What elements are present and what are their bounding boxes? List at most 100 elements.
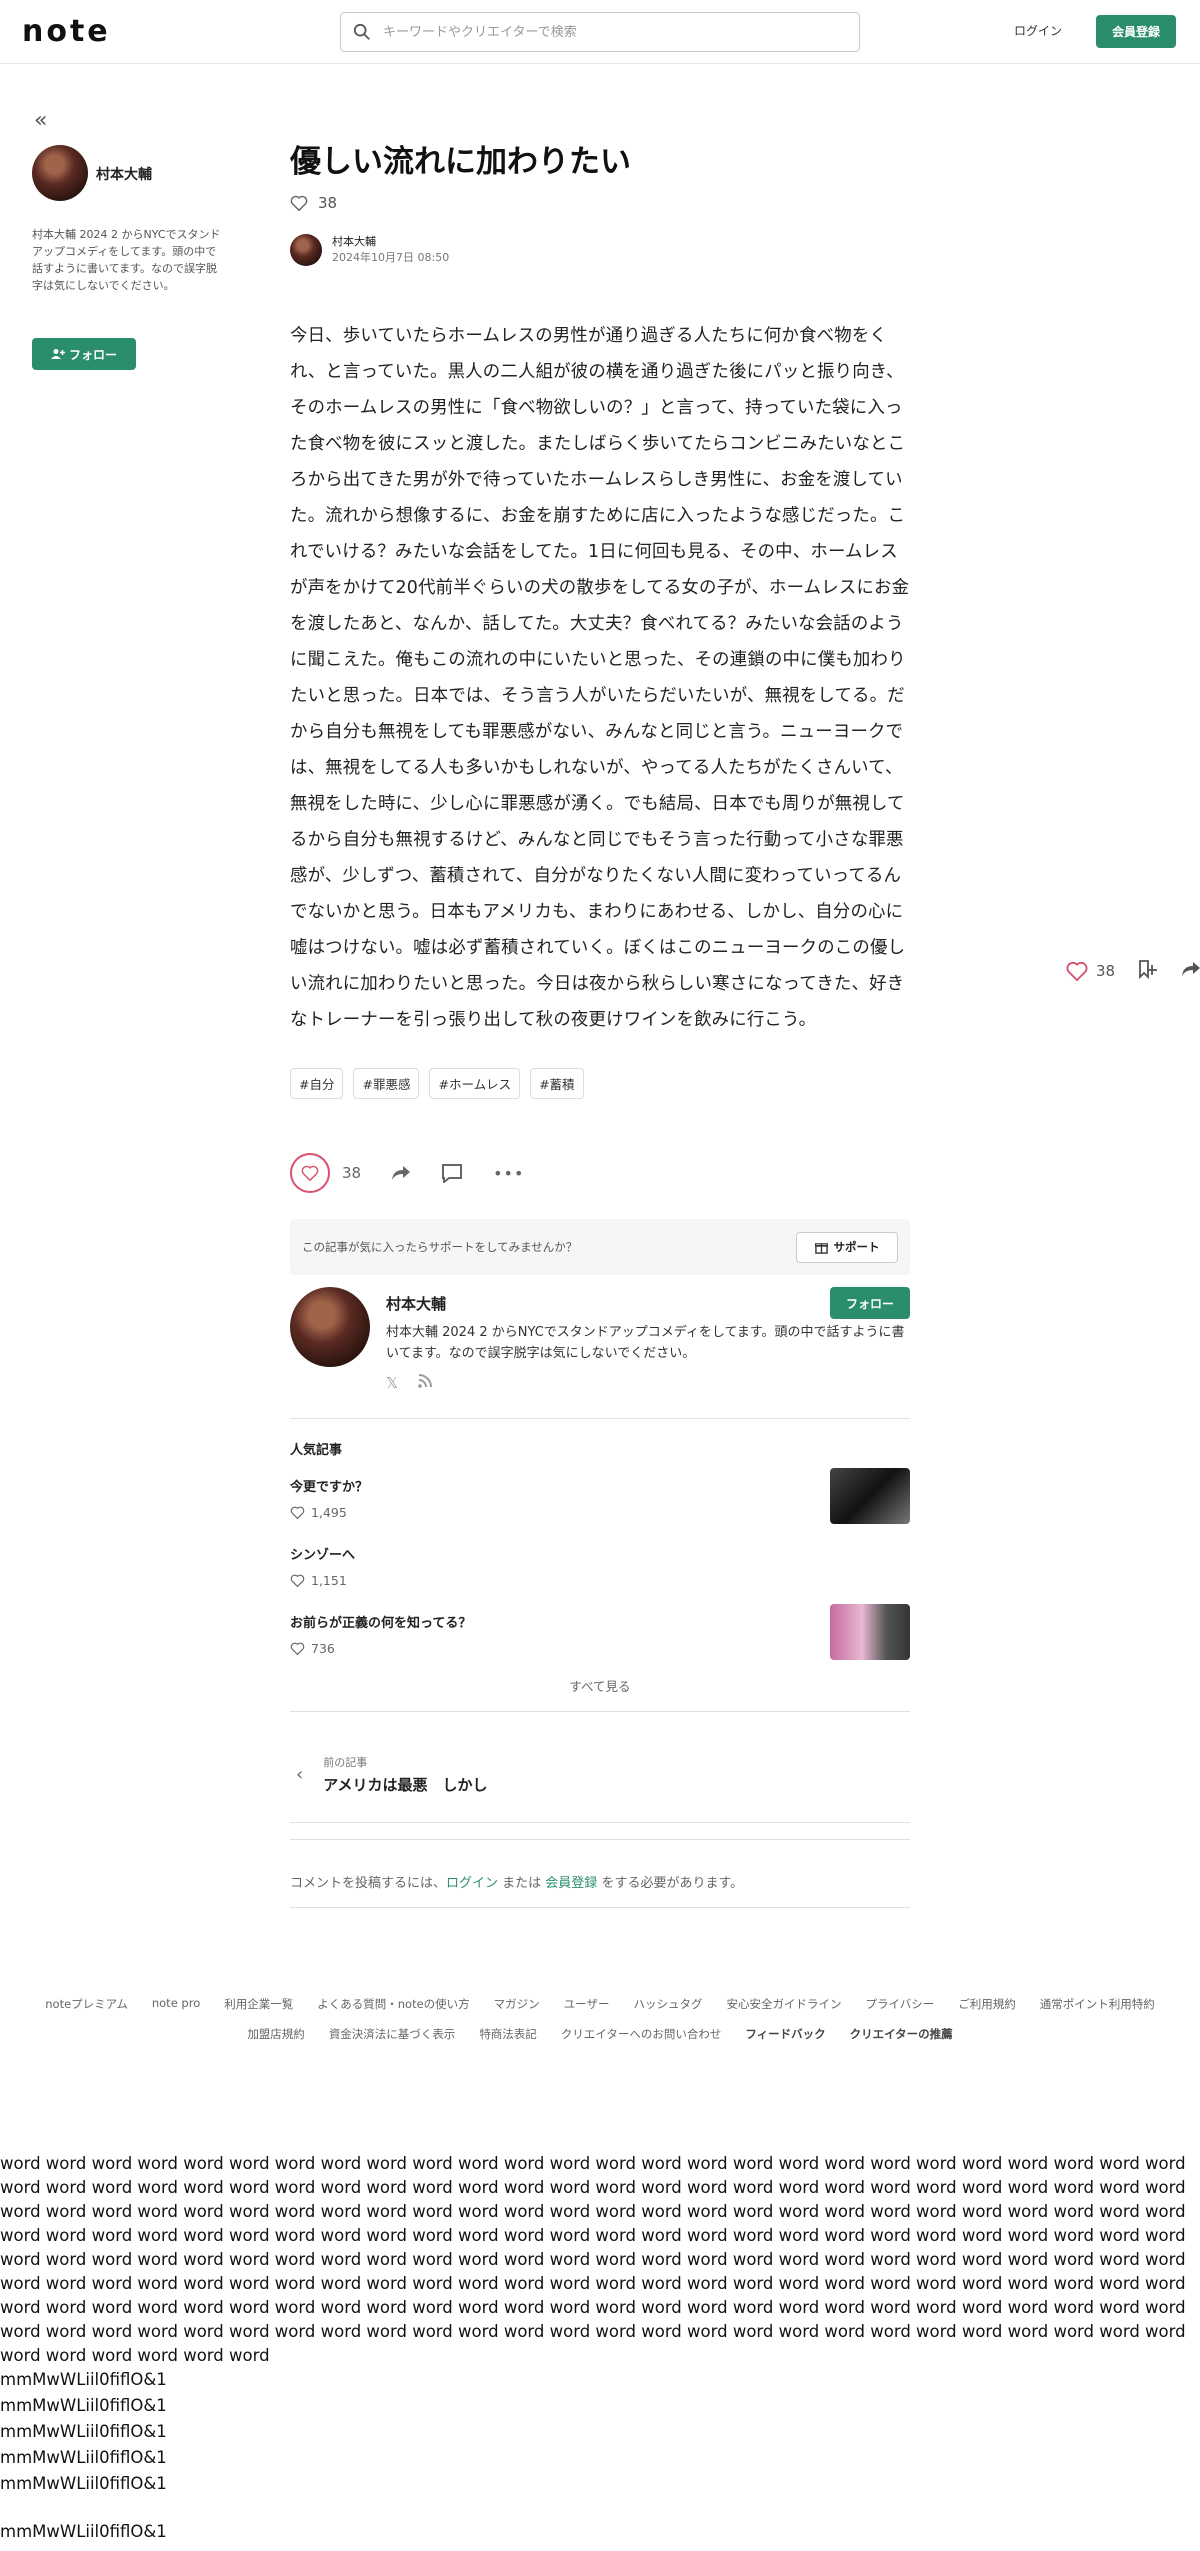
see-all-link[interactable]: すべて見る bbox=[290, 1676, 910, 1695]
sidebar-follow-button[interactable]: フォロー bbox=[32, 338, 136, 370]
float-like-count: 38 bbox=[1096, 962, 1116, 980]
popular-item[interactable]: 今更ですか？ 1,495 bbox=[290, 1458, 910, 1526]
author-avatar[interactable] bbox=[32, 145, 88, 201]
heart-icon[interactable] bbox=[290, 195, 308, 211]
comment-signup-link[interactable]: 会員登録 bbox=[545, 1876, 597, 1891]
login-link[interactable]: ログイン bbox=[1014, 22, 1062, 39]
like-count: 38 bbox=[342, 1164, 362, 1182]
action-bar: 38 ••• bbox=[290, 1153, 910, 1193]
divider bbox=[290, 1907, 910, 1908]
divider bbox=[290, 1822, 910, 1823]
profile-avatar[interactable] bbox=[290, 1287, 370, 1367]
popular-item-likes: 736 bbox=[311, 1641, 335, 1656]
footer-link[interactable]: ハッシュタグ bbox=[633, 1996, 702, 2012]
heart-icon bbox=[290, 1574, 305, 1587]
support-button[interactable]: サポート bbox=[796, 1231, 898, 1263]
sidebar-author-bio: 村本大輔 2024 2 からNYCでスタンドアップコメディをしてます。頭の中で話… bbox=[32, 228, 221, 292]
glyph-test-line: mmMwWLiil0fiflO&1 bbox=[0, 2370, 167, 2389]
chevron-left-icon: ‹ bbox=[296, 1763, 304, 1785]
footer-link[interactable]: 特商法表記 bbox=[479, 2026, 537, 2042]
search-input[interactable] bbox=[383, 24, 823, 40]
popular-item[interactable]: お前らが正義の何を知ってる？ 736 bbox=[290, 1594, 910, 1662]
note-logo[interactable]: note bbox=[22, 14, 111, 49]
footer-link[interactable]: 加盟店規約 bbox=[247, 2026, 305, 2042]
site-footer: noteプレミアム note pro 利用企業一覧 よくある質問・noteの使い… bbox=[0, 1996, 1200, 2056]
comment-login-link[interactable]: ログイン bbox=[446, 1876, 498, 1891]
support-box: この記事が気に入ったらサポートをしてみませんか？ サポート bbox=[290, 1219, 910, 1275]
footer-link[interactable]: プライバシー bbox=[865, 1996, 934, 2012]
footer-link[interactable]: 資金決済法に基づく表示 bbox=[329, 2026, 456, 2042]
sidebar-follow-label: フォロー bbox=[68, 347, 117, 362]
popular-heading: 人気記事 bbox=[290, 1443, 343, 1458]
filler-word-text: word word word word word word word word … bbox=[0, 2154, 1186, 2365]
popular-item-likes: 1,151 bbox=[311, 1573, 347, 1588]
popular-item-title[interactable]: シンゾーへ bbox=[290, 1526, 910, 1563]
comment-suffix: をする必要があります。 bbox=[597, 1876, 744, 1891]
footer-link[interactable]: クリエイターの推薦 bbox=[850, 2026, 953, 2042]
gift-icon bbox=[814, 1242, 828, 1254]
article-title: 優しい流れに加わりたい bbox=[290, 144, 631, 180]
glyph-test-line: mmMwWLiil0fiflO&1 bbox=[0, 2422, 167, 2441]
heart-icon bbox=[290, 1642, 305, 1655]
footer-link[interactable]: クリエイターへのお問い合わせ bbox=[561, 2026, 722, 2042]
divider bbox=[290, 1839, 910, 1840]
article-author-name[interactable]: 村本大輔 bbox=[332, 234, 449, 250]
author-mini-avatar[interactable] bbox=[290, 234, 322, 266]
comment-icon[interactable] bbox=[441, 1163, 463, 1183]
footer-link[interactable]: note pro bbox=[152, 1996, 200, 2012]
footer-link[interactable]: マガジン bbox=[494, 1996, 540, 2012]
popular-item-thumbnail[interactable] bbox=[830, 1604, 910, 1660]
popular-item-title[interactable]: 今更ですか？ bbox=[290, 1458, 910, 1495]
footer-link[interactable]: ご利用規約 bbox=[958, 1996, 1016, 2012]
previous-label: 前の記事 bbox=[323, 1755, 368, 1769]
footer-link[interactable]: よくある質問・noteの使い方 bbox=[317, 1996, 469, 2012]
article: 優しい流れに加わりたい 38 村本大輔 2024年10月7日 08:50 今日、… bbox=[290, 140, 910, 1908]
hashtag[interactable]: #自分 bbox=[290, 1068, 344, 1099]
popular-item-thumbnail[interactable] bbox=[830, 1468, 910, 1524]
share-icon[interactable] bbox=[1181, 960, 1200, 982]
glyph-test-line: mmMwWLiil0fiflO&1 bbox=[0, 2448, 167, 2467]
x-twitter-icon[interactable]: 𝕏 bbox=[386, 1374, 398, 1392]
top-header: note ログイン 会員登録 bbox=[0, 0, 1200, 64]
search-box[interactable] bbox=[340, 12, 860, 52]
support-button-label: サポート bbox=[833, 1240, 880, 1254]
author-row: 村本大輔 2024年10月7日 08:50 bbox=[290, 234, 910, 266]
collapse-sidebar-icon[interactable]: « bbox=[34, 108, 47, 133]
more-icon[interactable]: ••• bbox=[493, 1164, 524, 1183]
previous-title[interactable]: アメリカは最悪 しかし bbox=[323, 1774, 487, 1795]
comment-mid: または bbox=[498, 1876, 546, 1891]
article-date: 2024年10月7日 08:50 bbox=[332, 251, 450, 264]
previous-article-card[interactable]: ‹ 前の記事 アメリカは最悪 しかし bbox=[290, 1726, 910, 1822]
popular-item[interactable]: シンゾーへ 1,151 bbox=[290, 1526, 910, 1594]
share-icon[interactable] bbox=[391, 1164, 411, 1182]
rss-icon[interactable] bbox=[418, 1374, 433, 1392]
hashtag[interactable]: #罪悪感 bbox=[353, 1068, 420, 1099]
divider bbox=[290, 1418, 910, 1419]
support-prompt: この記事が気に入ったらサポートをしてみませんか？ bbox=[302, 1240, 578, 1254]
search-icon bbox=[353, 23, 370, 40]
footer-link[interactable]: 安心安全ガイドライン bbox=[726, 1996, 841, 2012]
footer-link[interactable]: 利用企業一覧 bbox=[224, 1996, 293, 2012]
popular-item-title[interactable]: お前らが正義の何を知ってる？ bbox=[290, 1594, 910, 1631]
article-body: 今日、歩いていたらホームレスの男性が通り過ぎる人たちに何か食べ物をくれ、と言って… bbox=[290, 326, 910, 1030]
floating-action-rail: 38 bbox=[1066, 959, 1200, 983]
divider bbox=[290, 1711, 910, 1712]
tag-list: #自分 #罪悪感 #ホームレス #蓄積 bbox=[290, 1068, 910, 1099]
comment-prefix: コメントを投稿するには、 bbox=[290, 1876, 447, 1891]
footer-link[interactable]: noteプレミアム bbox=[45, 1996, 128, 2012]
glyph-test-line: mmMwWLiil0fiflO&1 bbox=[0, 2522, 167, 2541]
add-user-icon bbox=[50, 349, 65, 359]
sidebar-author-name[interactable]: 村本大輔 bbox=[96, 164, 152, 184]
hashtag[interactable]: #ホームレス bbox=[429, 1068, 521, 1099]
footer-link[interactable]: フィードバック bbox=[745, 2026, 825, 2042]
comment-notice: コメントを投稿するには、ログイン または 会員登録 をする必要があります。 bbox=[290, 1856, 910, 1907]
heart-icon[interactable] bbox=[1066, 961, 1088, 981]
like-button[interactable] bbox=[290, 1153, 330, 1193]
footer-link[interactable]: 通常ポイント利用特約 bbox=[1040, 1996, 1155, 2012]
hashtag[interactable]: #蓄積 bbox=[530, 1068, 584, 1099]
footer-link[interactable]: ユーザー bbox=[564, 1996, 610, 2012]
signup-button[interactable]: 会員登録 bbox=[1096, 15, 1176, 48]
heart-icon bbox=[290, 1506, 305, 1519]
profile-follow-button[interactable]: フォロー bbox=[830, 1287, 910, 1319]
bookmark-icon[interactable] bbox=[1137, 959, 1159, 983]
